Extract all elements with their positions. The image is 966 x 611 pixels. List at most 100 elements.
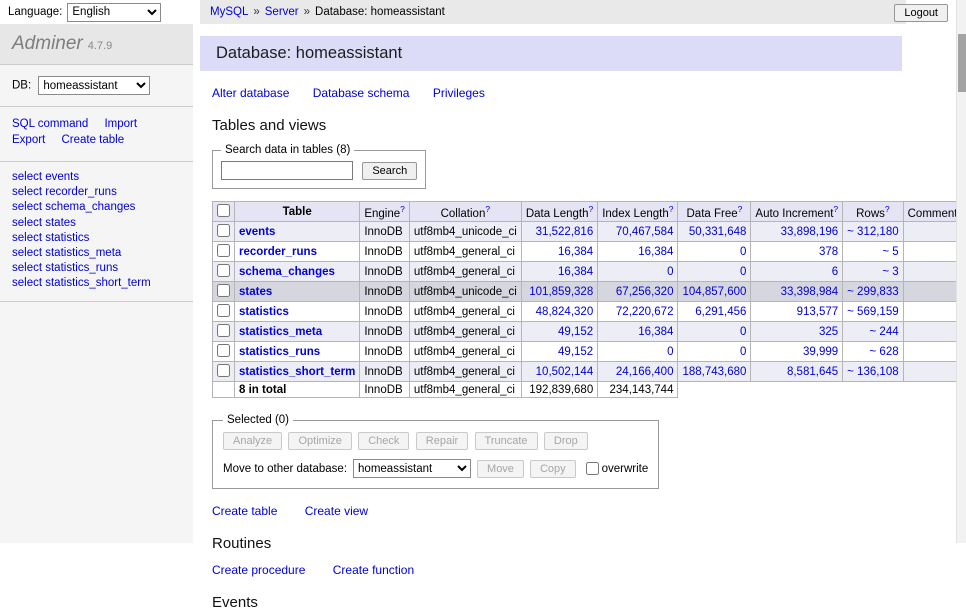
index-length-link[interactable]: 0 <box>667 346 673 358</box>
sidebar-item-select-events[interactable]: select events <box>12 170 181 185</box>
index-length-link[interactable]: 16,384 <box>638 246 673 258</box>
index-length-link[interactable]: 67,256,320 <box>616 286 674 298</box>
vertical-scrollbar[interactable] <box>956 0 966 543</box>
data-free-link[interactable]: 50,331,648 <box>689 226 747 238</box>
rows-hint-link[interactable]: ? <box>885 204 890 214</box>
sidebar-sql-command-link[interactable]: SQL command <box>12 118 88 130</box>
move-database-select[interactable]: homeassistant <box>353 459 471 478</box>
index-length-link[interactable]: 70,467,584 <box>616 226 674 238</box>
sidebar-item-select-statistics-runs[interactable]: select statistics_runs <box>12 261 181 276</box>
alter-database-link[interactable]: Alter database <box>212 86 289 100</box>
auto-increment-link[interactable]: 913,577 <box>797 306 839 318</box>
data-free-link[interactable]: 6,291,456 <box>695 306 746 318</box>
search-button[interactable]: Search <box>362 162 417 180</box>
data-length-hint-link[interactable]: ? <box>588 204 593 214</box>
auto-increment-link[interactable]: 6 <box>832 266 838 278</box>
engine-hint-link[interactable]: ? <box>400 204 405 214</box>
data-length-link[interactable]: 48,824,320 <box>536 306 594 318</box>
auto-increment-link[interactable]: 325 <box>819 326 838 338</box>
optimize-button[interactable]: Optimize <box>288 432 351 450</box>
repair-button[interactable]: Repair <box>416 432 468 450</box>
rows-count-link[interactable]: ~ 628 <box>870 346 899 358</box>
rows-count-link[interactable]: ~ 569,159 <box>847 306 898 318</box>
breadcrumb-server-link[interactable]: Server <box>265 6 299 18</box>
sidebar-create-table-link[interactable]: Create table <box>61 134 124 146</box>
rows-count-link[interactable]: ~ 244 <box>870 326 899 338</box>
rows-count-link[interactable]: ~ 5 <box>882 246 898 258</box>
app-name-link[interactable]: Adminer <box>12 33 83 54</box>
row-checkbox[interactable] <box>217 224 230 237</box>
privileges-link[interactable]: Privileges <box>433 86 485 100</box>
data-length-link[interactable]: 101,859,328 <box>529 286 593 298</box>
table-name-link[interactable]: schema_changes <box>239 266 335 278</box>
data-length-link[interactable]: 49,152 <box>558 326 593 338</box>
data-length-link[interactable]: 16,384 <box>558 246 593 258</box>
index-length-link[interactable]: 72,220,672 <box>616 306 674 318</box>
create-procedure-link[interactable]: Create procedure <box>212 563 305 577</box>
db-select[interactable]: homeassistant <box>38 76 150 95</box>
drop-button[interactable]: Drop <box>544 432 588 450</box>
sidebar-item-select-recorder-runs[interactable]: select recorder_runs <box>12 185 181 200</box>
data-length-link[interactable]: 10,502,144 <box>536 366 594 378</box>
auto-increment-link[interactable]: 33,898,196 <box>781 226 839 238</box>
rows-count-link[interactable]: ~ 312,180 <box>847 226 898 238</box>
collation-hint-link[interactable]: ? <box>485 204 490 214</box>
data-length-link[interactable]: 31,522,816 <box>536 226 594 238</box>
index-length-link[interactable]: 16,384 <box>638 326 673 338</box>
table-name-link[interactable]: statistics_runs <box>239 346 320 358</box>
rows-count-link[interactable]: ~ 3 <box>882 266 898 278</box>
language-select[interactable]: English <box>67 3 161 22</box>
data-free-link[interactable]: 0 <box>740 346 746 358</box>
search-input[interactable] <box>221 161 353 180</box>
data-length-link[interactable]: 49,152 <box>558 346 593 358</box>
data-free-link[interactable]: 104,857,600 <box>682 286 746 298</box>
data-free-link[interactable]: 0 <box>740 326 746 338</box>
auto-increment-link[interactable]: 8,581,645 <box>787 366 838 378</box>
auto-increment-link[interactable]: 33,398,984 <box>781 286 839 298</box>
table-name-link[interactable]: recorder_runs <box>239 246 317 258</box>
sidebar-item-select-statistics-short-term[interactable]: select statistics_short_term <box>12 276 181 291</box>
database-schema-link[interactable]: Database schema <box>313 86 410 100</box>
index-length-hint-link[interactable]: ? <box>669 204 674 214</box>
data-free-link[interactable]: 0 <box>740 246 746 258</box>
rows-count-link[interactable]: ~ 136,108 <box>847 366 898 378</box>
logout-button[interactable]: Logout <box>894 4 948 22</box>
table-name-link[interactable]: events <box>239 226 275 238</box>
row-checkbox[interactable] <box>217 304 230 317</box>
check-button[interactable]: Check <box>358 432 409 450</box>
auto-increment-hint-link[interactable]: ? <box>833 204 838 214</box>
row-checkbox[interactable] <box>217 264 230 277</box>
select-all-checkbox[interactable] <box>217 204 230 217</box>
sidebar-item-select-states[interactable]: select states <box>12 216 181 231</box>
move-button[interactable]: Move <box>477 460 524 478</box>
index-length-link[interactable]: 0 <box>667 266 673 278</box>
table-name-link[interactable]: statistics_meta <box>239 326 322 338</box>
create-view-link[interactable]: Create view <box>305 504 368 518</box>
data-free-hint-link[interactable]: ? <box>738 204 743 214</box>
table-name-link[interactable]: statistics_short_term <box>239 366 355 378</box>
sidebar-item-select-statistics[interactable]: select statistics <box>12 231 181 246</box>
table-name-link[interactable]: states <box>239 286 272 298</box>
breadcrumb-mysql-link[interactable]: MySQL <box>210 6 248 18</box>
create-table-link[interactable]: Create table <box>212 504 277 518</box>
create-function-link[interactable]: Create function <box>333 563 414 577</box>
analyze-button[interactable]: Analyze <box>223 432 282 450</box>
data-length-link[interactable]: 16,384 <box>558 266 593 278</box>
auto-increment-link[interactable]: 39,999 <box>803 346 838 358</box>
truncate-button[interactable]: Truncate <box>475 432 538 450</box>
copy-button[interactable]: Copy <box>530 460 576 478</box>
row-checkbox[interactable] <box>217 284 230 297</box>
table-name-link[interactable]: statistics <box>239 306 289 318</box>
data-free-link[interactable]: 0 <box>740 266 746 278</box>
row-checkbox[interactable] <box>217 364 230 377</box>
index-length-link[interactable]: 24,166,400 <box>616 366 674 378</box>
sidebar-import-link[interactable]: Import <box>104 118 137 130</box>
row-checkbox[interactable] <box>217 244 230 257</box>
row-checkbox[interactable] <box>217 344 230 357</box>
row-checkbox[interactable] <box>217 324 230 337</box>
data-free-link[interactable]: 188,743,680 <box>682 366 746 378</box>
sidebar-item-select-statistics-meta[interactable]: select statistics_meta <box>12 246 181 261</box>
auto-increment-link[interactable]: 378 <box>819 246 838 258</box>
sidebar-item-select-schema-changes[interactable]: select schema_changes <box>12 200 181 215</box>
scrollbar-thumb[interactable] <box>958 34 966 92</box>
